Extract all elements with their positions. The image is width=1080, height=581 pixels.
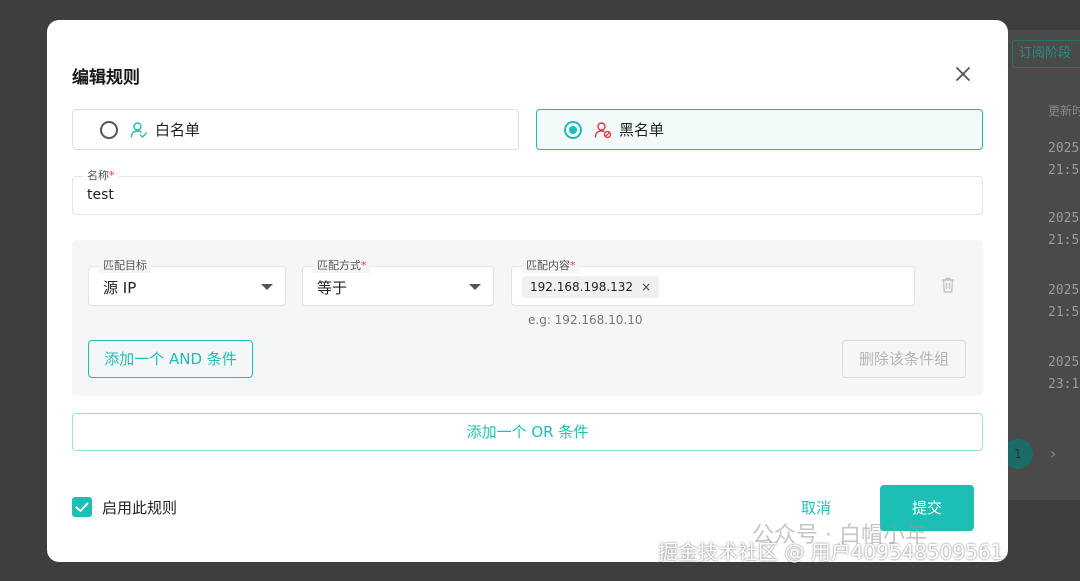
caret-down-icon bbox=[261, 284, 273, 290]
ip-tag: 192.168.198.132 × bbox=[522, 276, 660, 298]
background-column-header: 更新时 bbox=[1048, 104, 1080, 118]
match-method-select[interactable]: 匹配方式* 等于 bbox=[302, 259, 494, 306]
match-target-label: 匹配目标 bbox=[99, 259, 151, 273]
add-and-condition-button[interactable]: 添加一个 AND 条件 bbox=[88, 340, 253, 378]
match-content-label: 匹配内容* bbox=[522, 259, 580, 273]
enable-rule-label: 启用此规则 bbox=[102, 499, 178, 517]
delete-condition-button[interactable] bbox=[938, 275, 958, 295]
blacklist-radio[interactable] bbox=[564, 120, 582, 139]
close-icon bbox=[956, 67, 970, 81]
blacklist-option[interactable]: 黑名单 bbox=[536, 109, 983, 150]
caret-down-icon bbox=[469, 284, 481, 290]
cancel-button[interactable]: 取消 bbox=[801, 497, 831, 518]
name-value: test bbox=[87, 187, 114, 203]
juejin-watermark: 掘金技术社区 @ 用户409548509561 bbox=[658, 540, 1004, 564]
trash-icon bbox=[942, 277, 954, 293]
match-target-select[interactable]: 匹配目标 源 IP bbox=[88, 259, 286, 306]
background-date: 2025 21:5 bbox=[1048, 141, 1080, 178]
close-button[interactable] bbox=[951, 62, 975, 86]
user-block-icon bbox=[594, 121, 612, 138]
name-field-label: 名称* bbox=[83, 169, 119, 183]
background-tab: 订阅阶段 bbox=[1012, 40, 1080, 68]
background-date: 2025 21:5 bbox=[1048, 283, 1080, 320]
modal-title: 编辑规则 bbox=[72, 68, 140, 88]
background-next-icon: › bbox=[1050, 444, 1057, 463]
match-target-value: 源 IP bbox=[103, 279, 137, 297]
delete-condition-group-button[interactable]: 删除该条件组 bbox=[842, 340, 966, 378]
background-panel bbox=[1000, 30, 1080, 500]
name-input[interactable]: 名称* test bbox=[72, 169, 983, 215]
user-check-icon bbox=[130, 121, 148, 138]
background-date: 2025 21:5 bbox=[1048, 211, 1080, 248]
match-method-value: 等于 bbox=[317, 279, 348, 297]
edit-rule-modal: 编辑规则 白名单 黑名单 名称* test 匹配目标 源 IP 匹配方式* 等于… bbox=[47, 20, 1008, 562]
match-content-helper: e.g: 192.168.10.10 bbox=[528, 313, 643, 327]
blacklist-label: 黑名单 bbox=[619, 121, 665, 139]
add-or-condition-button[interactable]: 添加一个 OR 条件 bbox=[72, 413, 983, 451]
whitelist-option[interactable]: 白名单 bbox=[72, 109, 519, 150]
ip-tag-text: 192.168.198.132 bbox=[530, 280, 634, 294]
background-date: 2025 23:1 bbox=[1048, 355, 1080, 392]
remove-tag-icon[interactable]: × bbox=[641, 280, 651, 294]
whitelist-label: 白名单 bbox=[155, 121, 201, 139]
check-icon bbox=[75, 502, 89, 512]
enable-rule-checkbox[interactable] bbox=[72, 497, 92, 517]
whitelist-radio[interactable] bbox=[100, 120, 118, 139]
match-method-label: 匹配方式* bbox=[313, 259, 371, 273]
condition-group: 匹配目标 源 IP 匹配方式* 等于 匹配内容* 192.168.198.132… bbox=[72, 240, 983, 396]
match-content-input[interactable]: 匹配内容* 192.168.198.132 × bbox=[511, 259, 915, 306]
